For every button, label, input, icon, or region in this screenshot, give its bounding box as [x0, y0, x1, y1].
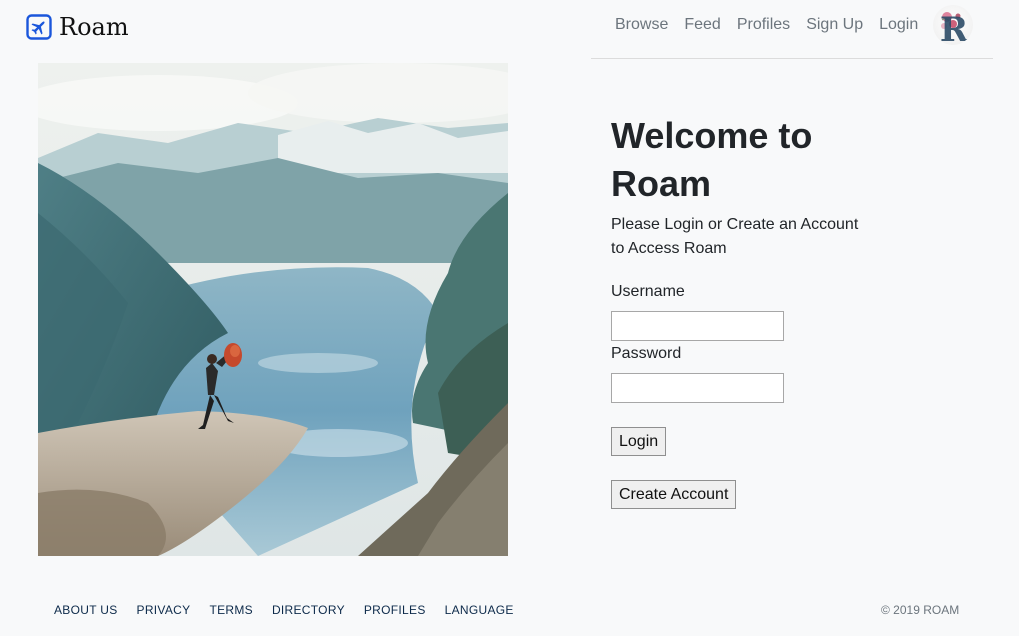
hero-image [38, 63, 508, 556]
nav-link-login[interactable]: Login [879, 15, 918, 35]
copyright-text: © 2019 ROAM [881, 603, 960, 617]
username-label: Username [611, 283, 685, 300]
page-title: Welcome to Roam [611, 115, 813, 204]
password-label: Password [611, 345, 682, 362]
fjord-landscape-illustration [38, 63, 508, 556]
avatar[interactable]: R [933, 5, 973, 45]
username-input[interactable] [611, 311, 784, 341]
footer-link-directory[interactable]: DIRECTORY [272, 603, 345, 617]
footer-link-profiles[interactable]: PROFILES [364, 603, 426, 617]
footer-link-terms[interactable]: TERMS [209, 603, 253, 617]
avatar-monogram: R [940, 10, 969, 45]
brand-logo[interactable]: Roam [26, 12, 129, 42]
main-nav: Browse Feed Profiles Sign Up Login [615, 15, 918, 35]
login-button[interactable]: Login [611, 427, 667, 456]
nav-link-profiles[interactable]: Profiles [737, 15, 790, 35]
footer-link-language[interactable]: LANGUAGE [445, 603, 514, 617]
footer-link-about-us[interactable]: ABOUT US [54, 603, 118, 617]
airplane-icon [26, 14, 52, 40]
nav-link-browse[interactable]: Browse [615, 15, 668, 35]
nav-link-feed[interactable]: Feed [684, 15, 720, 35]
footer-nav: ABOUT US PRIVACY TERMS DIRECTORY PROFILE… [54, 603, 514, 617]
create-account-button[interactable]: Create Account [611, 480, 737, 509]
avatar-letter: R [940, 10, 969, 45]
login-panel: Welcome to Roam Please Login or Create a… [611, 112, 911, 261]
nav-link-sign-up[interactable]: Sign Up [806, 15, 863, 35]
navbar: Roam Browse Feed Profiles Sign Up Login … [0, 0, 1019, 60]
brand-name: Roam [59, 13, 129, 41]
nav-divider [591, 58, 993, 59]
page-subtitle: Please Login or Create an Account to Acc… [611, 216, 859, 257]
password-input[interactable] [611, 373, 784, 403]
footer-link-privacy[interactable]: PRIVACY [137, 603, 191, 617]
